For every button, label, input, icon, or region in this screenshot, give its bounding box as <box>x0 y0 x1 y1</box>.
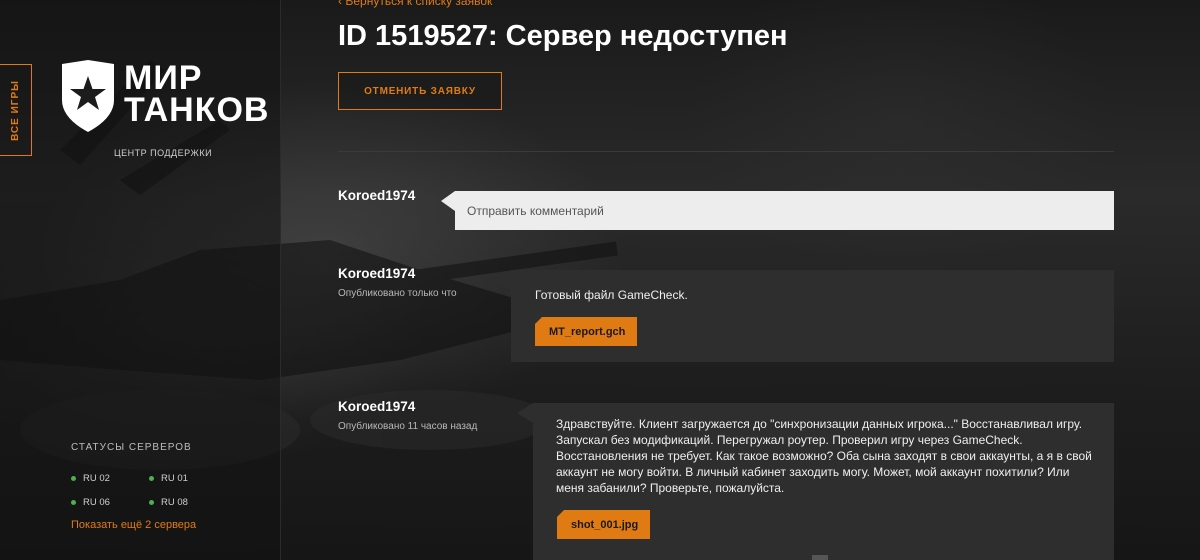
cancel-ticket-button[interactable]: ОТМЕНИТЬ ЗАЯВКУ <box>338 72 502 110</box>
server-status-item: RU 06 <box>71 497 110 508</box>
attachment-link[interactable]: MT_report.gch <box>535 317 638 346</box>
attachment-name: MT_report.gch <box>549 325 626 338</box>
server-name: RU 08 <box>161 497 188 508</box>
attachment-name: shot_001.jpg <box>571 518 639 531</box>
bubble-pointer <box>517 403 533 423</box>
logo-line-1: МИР <box>124 59 203 97</box>
all-games-label: ВСЕ ИГРЫ <box>10 79 22 141</box>
message-published-time: Опубликовано только что <box>338 288 457 299</box>
message-bubble: Готовый файл GameCheck. MT_report.gch <box>511 270 1114 362</box>
message-bubble: Здравствуйте. Клиент загружается до "син… <box>533 403 1114 560</box>
file-corner-icon <box>535 317 542 324</box>
support-center-label: ЦЕНТР ПОДДЕРЖКИ <box>114 148 213 158</box>
back-to-tickets-link[interactable]: ‹ Вернуться к списку заявок <box>338 0 492 8</box>
shield-logo-icon <box>62 60 114 132</box>
online-status-icon <box>149 500 154 505</box>
file-corner-icon <box>557 510 564 517</box>
comment-input[interactable] <box>455 191 1114 230</box>
message-text: Готовый файл GameCheck. <box>535 288 688 302</box>
attachment-link[interactable]: shot_001.jpg <box>557 510 651 539</box>
divider <box>338 151 1114 152</box>
server-status-item: RU 08 <box>149 497 188 508</box>
sidebar: ВСЕ ИГРЫ МИР ТАНКОВ ЦЕНТР ПОДДЕРЖКИ СТАТ… <box>0 0 281 560</box>
all-games-tab[interactable]: ВСЕ ИГРЫ <box>0 64 32 156</box>
message-author: Koroed1974 <box>338 399 416 414</box>
message-published-time: Опубликовано 11 часов назад <box>338 421 478 432</box>
logo-wordmark: МИР ТАНКОВ <box>124 59 270 129</box>
back-link-label: Вернуться к списку заявок <box>345 0 493 8</box>
online-status-icon <box>71 500 76 505</box>
server-status-title: СТАТУСЫ СЕРВЕРОВ <box>71 442 192 453</box>
input-pointer <box>441 191 455 211</box>
comment-author: Koroed1974 <box>338 188 416 203</box>
online-status-icon <box>71 476 76 481</box>
server-status-item: RU 02 <box>71 473 110 484</box>
message-author: Koroed1974 <box>338 266 416 281</box>
server-name: RU 06 <box>83 497 110 508</box>
show-more-servers-link[interactable]: Показать ещё 2 сервера <box>71 519 196 531</box>
server-name: RU 01 <box>161 473 188 484</box>
server-status-item: RU 01 <box>149 473 188 484</box>
logo-line-2: ТАНКОВ <box>124 91 270 129</box>
bubble-pointer <box>495 270 511 290</box>
online-status-icon <box>149 476 154 481</box>
message-text: Здравствуйте. Клиент загружается до "син… <box>556 417 1092 495</box>
server-name: RU 02 <box>83 473 110 484</box>
scrollbar-thumb[interactable] <box>812 555 828 560</box>
page-title: ID 1519527: Сервер недоступен <box>338 20 788 52</box>
